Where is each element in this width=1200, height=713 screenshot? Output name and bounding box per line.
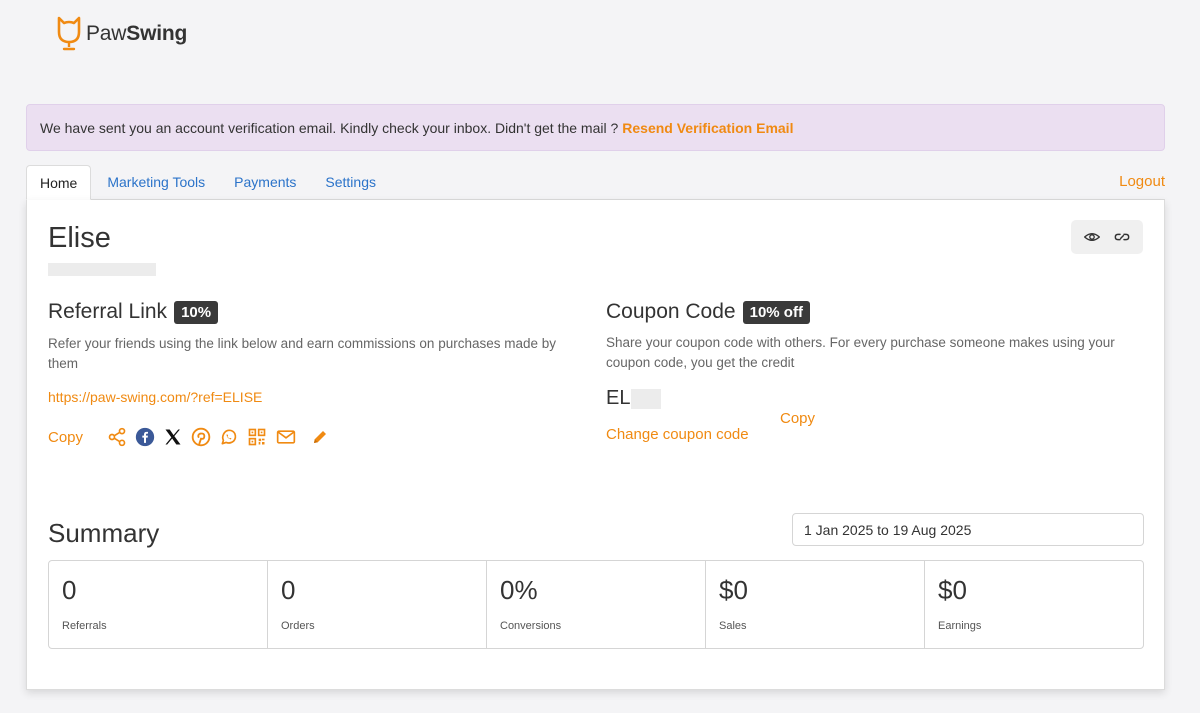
change-coupon-code-link[interactable]: Change coupon code — [606, 426, 749, 443]
summary-stats: 0 Referrals 0 Orders 0% Conversions $0 S… — [48, 560, 1144, 649]
stat-value: 0 — [62, 575, 77, 605]
stat-label: Earnings — [938, 620, 982, 632]
referral-copy-button[interactable]: Copy — [48, 429, 83, 446]
pinterest-icon[interactable] — [191, 427, 211, 447]
whatsapp-icon[interactable] — [219, 427, 239, 447]
coupon-code: EL — [606, 387, 662, 410]
referral-title-text: Referral Link — [48, 300, 168, 323]
email-icon[interactable] — [275, 427, 297, 447]
referral-description: Refer your friends using the link below … — [48, 336, 557, 371]
stat-label: Orders — [281, 620, 315, 632]
coupon-copy-button[interactable]: Copy — [780, 410, 815, 427]
coupon-title-text: Coupon Code — [606, 300, 736, 323]
facebook-icon[interactable] — [135, 427, 155, 447]
coupon-code-text: EL — [606, 387, 631, 409]
cat-logo-icon — [57, 16, 81, 51]
profile-actions — [1071, 220, 1143, 254]
tab-home[interactable]: Home — [26, 165, 92, 200]
logout-link[interactable]: Logout — [1119, 173, 1165, 190]
tab-settings[interactable]: Settings — [312, 165, 389, 199]
coupon-description: Share your coupon code with others. For … — [606, 335, 1115, 370]
user-name: Elise — [48, 222, 111, 254]
stat-sales: $0 Sales — [706, 561, 925, 648]
stat-earnings: $0 Earnings — [925, 561, 1143, 648]
tab-marketing-tools[interactable]: Marketing Tools — [94, 165, 218, 199]
stat-value: $0 — [938, 575, 967, 605]
brand-name: PawSwing — [86, 22, 188, 45]
stat-label: Sales — [719, 620, 747, 632]
stat-orders: 0 Orders — [268, 561, 487, 648]
resend-verification-link[interactable]: Resend Verification Email — [622, 120, 793, 136]
referral-url[interactable]: https://paw-swing.com/?ref=ELISE — [48, 389, 262, 405]
referral-section-title: Referral Link 10% — [48, 300, 219, 324]
nav-tabs: Home Marketing Tools Payments Settings L… — [26, 165, 1165, 200]
stat-referrals: 0 Referrals — [49, 561, 268, 648]
stat-label: Conversions — [500, 620, 562, 632]
coupon-section-title: Coupon Code 10% off — [606, 300, 810, 324]
x-twitter-icon[interactable] — [163, 427, 183, 447]
qr-code-icon[interactable] — [247, 427, 267, 447]
summary-title: Summary — [48, 518, 160, 548]
brand-logo[interactable]: PawSwing — [56, 16, 187, 52]
coupon-code-redacted — [631, 388, 662, 409]
stat-label: Referrals — [62, 620, 107, 632]
link-icon[interactable] — [1114, 229, 1130, 245]
verification-banner: We have sent you an account verification… — [26, 104, 1165, 151]
share-icon[interactable] — [107, 427, 127, 447]
referral-commission-badge: 10% — [174, 300, 219, 324]
stat-conversions: 0% Conversions — [487, 561, 706, 648]
banner-message: We have sent you an account verification… — [40, 119, 619, 136]
pencil-icon[interactable] — [311, 428, 329, 446]
share-icons — [107, 427, 329, 447]
tab-payments[interactable]: Payments — [221, 165, 309, 199]
coupon-discount-badge: 10% off — [742, 300, 810, 324]
user-email-redacted — [48, 263, 156, 276]
dashboard-card: Elise Referral Link 10% Refer your frien… — [26, 200, 1165, 690]
stat-value: 0 — [281, 575, 296, 605]
eye-icon[interactable] — [1084, 229, 1100, 245]
stat-value: $0 — [719, 575, 748, 605]
date-range-input[interactable] — [792, 513, 1144, 546]
stat-value: 0% — [500, 575, 538, 605]
